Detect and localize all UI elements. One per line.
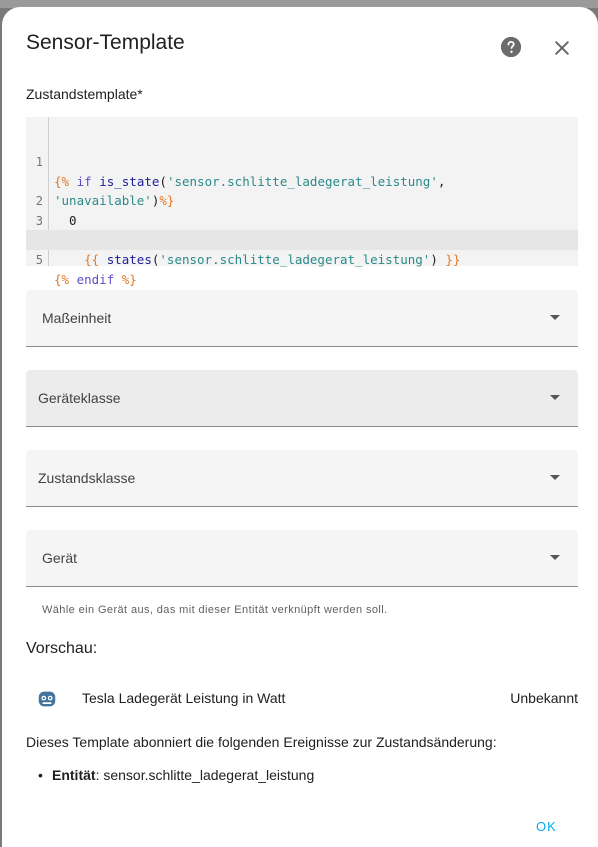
device-select-label: Gerät bbox=[42, 550, 78, 566]
entity-state: Unbekannt bbox=[510, 690, 578, 706]
state-class-select-label: Zustandsklasse bbox=[38, 470, 136, 486]
sensor-template-dialog: Sensor-Template Zustandstemplate* 1 {% i… bbox=[2, 7, 598, 847]
subscription-kind: Entität bbox=[52, 767, 96, 783]
code-line[interactable]: 4 {{ states('sensor.schlitte_ladegerat_l… bbox=[26, 210, 578, 267]
close-icon[interactable] bbox=[552, 38, 572, 58]
subscription-value: : sensor.schlitte_ladegerat_leistung bbox=[95, 767, 315, 783]
code-line[interactable]: 'unavailable')%} bbox=[26, 151, 578, 208]
dropdown-arrow-icon bbox=[550, 395, 560, 400]
help-circle-icon[interactable] bbox=[500, 36, 522, 58]
state-class-select[interactable]: Zustandsklasse bbox=[26, 450, 578, 507]
template-code-editor[interactable]: 1 {% if is_state('sensor.schlitte_ladege… bbox=[26, 117, 578, 287]
code-text: {% endif %} bbox=[54, 272, 137, 287]
unit-select[interactable]: Maßeinheit bbox=[26, 290, 578, 347]
state-template-label: Zustandstemplate* bbox=[26, 86, 143, 102]
robot-icon bbox=[38, 691, 56, 707]
preview-title: Vorschau: bbox=[26, 640, 98, 657]
unit-select-label: Maßeinheit bbox=[42, 310, 112, 326]
line-number: 5 bbox=[35, 253, 43, 267]
device-class-select[interactable]: Geräteklasse bbox=[26, 370, 578, 427]
code-line-active[interactable]: 5 {% endif %} bbox=[26, 230, 578, 287]
ok-button[interactable]: OK bbox=[536, 819, 557, 834]
subscription-list: Entität: sensor.schlitte_ladegerat_leist… bbox=[38, 767, 315, 783]
subscription-description: Dieses Template abonniert die folgenden … bbox=[26, 734, 497, 750]
device-helper-text: Wähle ein Gerät aus, das mit dieser Enti… bbox=[42, 604, 388, 616]
device-class-select-label: Geräteklasse bbox=[38, 390, 121, 406]
dropdown-arrow-icon bbox=[550, 315, 560, 320]
list-item: Entität: sensor.schlitte_ladegerat_leist… bbox=[38, 767, 315, 783]
device-select[interactable]: Gerät bbox=[26, 530, 578, 587]
dropdown-arrow-icon bbox=[550, 475, 560, 480]
code-line[interactable]: 1 {% if is_state('sensor.schlitte_ladege… bbox=[26, 132, 578, 189]
code-text: {{ states('sensor.schlitte_ladegerat_lei… bbox=[84, 252, 461, 267]
code-line[interactable]: 2 0 bbox=[26, 171, 578, 228]
dialog-title: Sensor-Template bbox=[26, 31, 185, 54]
entity-name: Tesla Ladegerät Leistung in Watt bbox=[82, 690, 286, 706]
dropdown-arrow-icon bbox=[550, 555, 560, 560]
code-line[interactable]: 3 {% else %} bbox=[26, 191, 578, 248]
